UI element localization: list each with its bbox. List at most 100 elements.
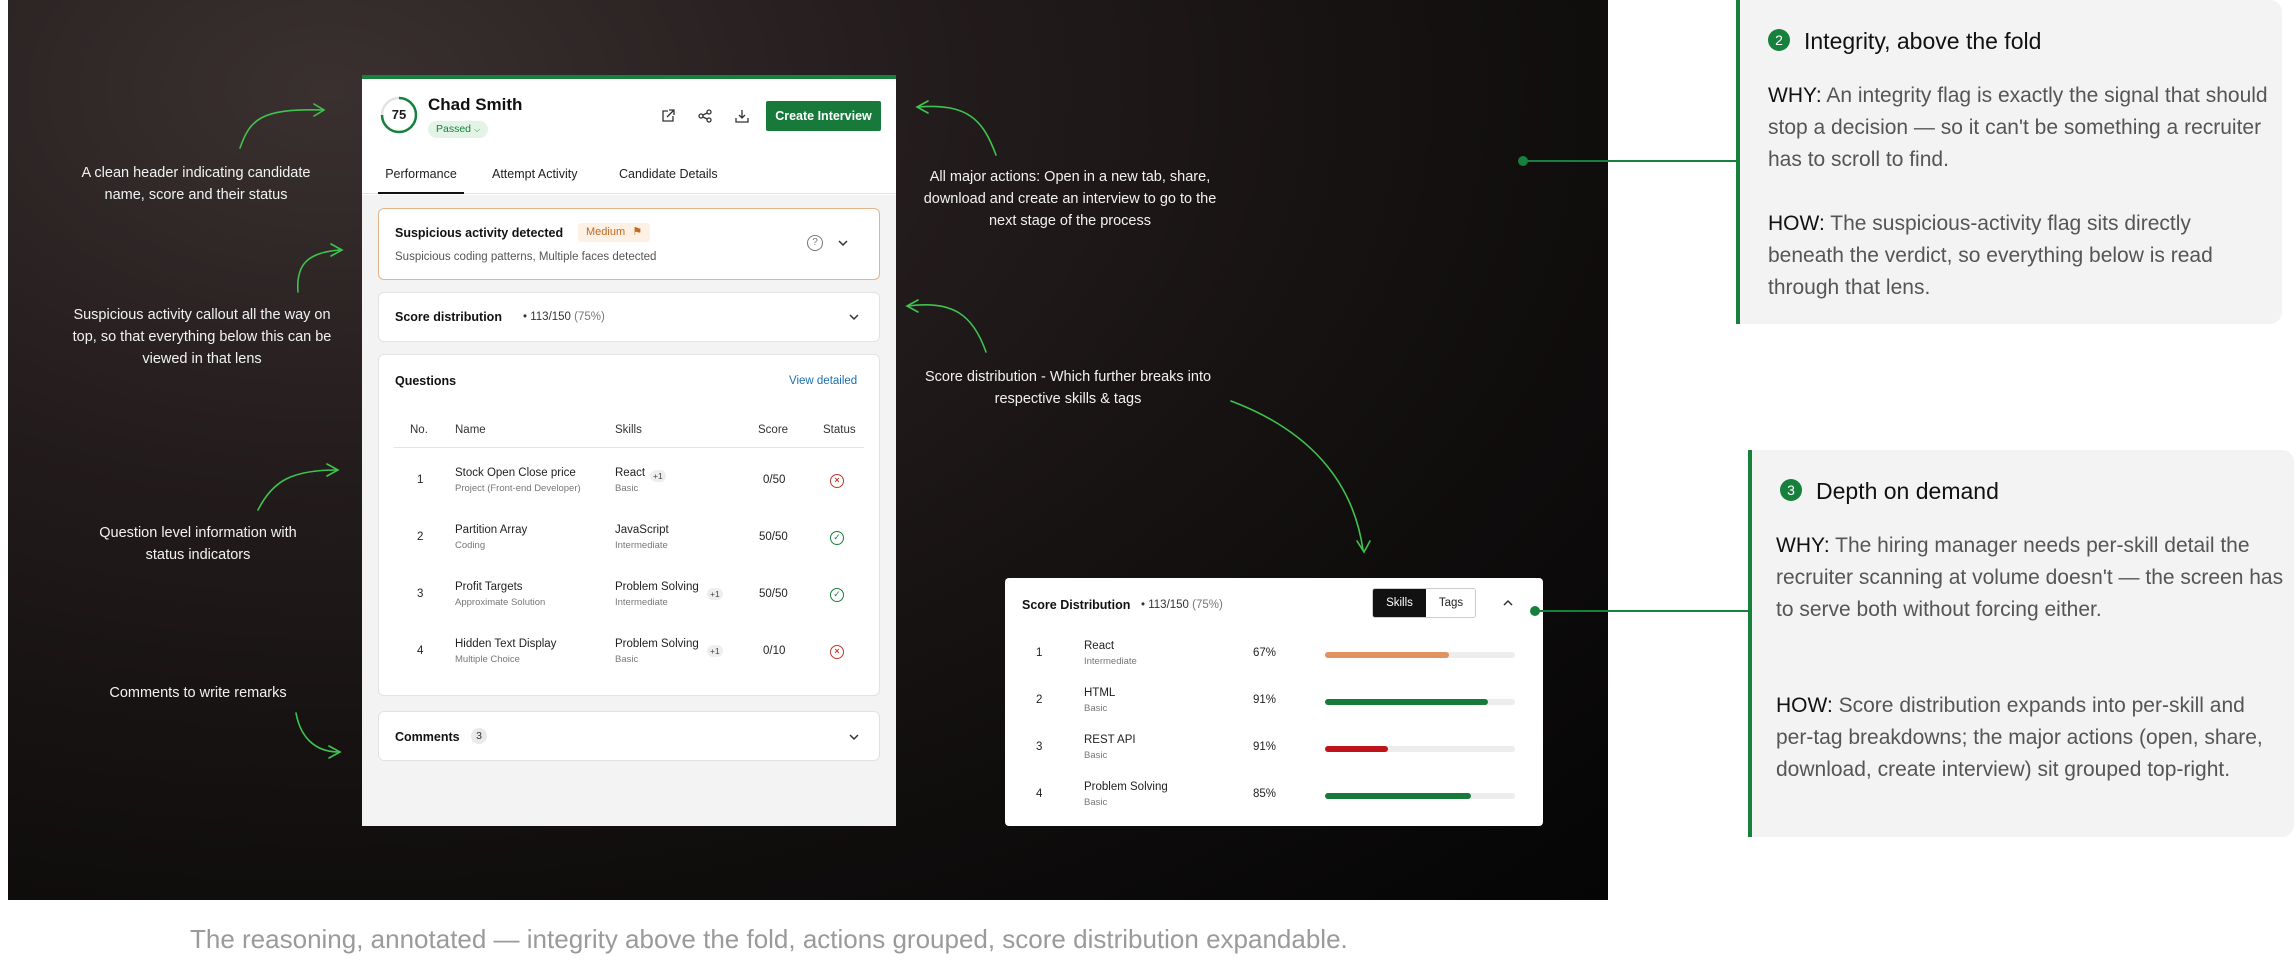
comments-panel[interactable]: Comments 3 (378, 711, 880, 761)
chevron-down-icon[interactable] (847, 310, 861, 324)
sd-bar-track (1325, 699, 1515, 705)
skill-name: React (615, 467, 646, 479)
sd-score-percent: (75%) (1192, 599, 1223, 611)
arrow-questions (257, 469, 338, 511)
how-text: The suspicious-activity flag sits direct… (1768, 212, 2213, 299)
score-value: 113/150 (530, 311, 571, 323)
view-detailed-link[interactable]: View detailed (789, 375, 857, 387)
sd-row: 4 Problem Solving Basic 85% (1005, 775, 1543, 821)
toggle-tags[interactable]: Tags (1426, 589, 1475, 617)
skill-level: Intermediate (615, 540, 668, 551)
connector-line (1524, 160, 1738, 162)
note-why: WHY: An integrity flag is exactly the si… (1768, 80, 2268, 176)
note-number: 2 (1768, 29, 1790, 51)
annotation-score-distribution: Score distribution - Which further break… (924, 369, 1212, 407)
sd-row-number: 4 (1036, 788, 1043, 800)
question-score: 0/50 (763, 474, 786, 486)
question-type: Project (Front-end Developer) (455, 483, 581, 494)
sd-bar-fill (1325, 746, 1388, 752)
help-icon[interactable]: ? (807, 235, 823, 251)
sd-level: Intermediate (1084, 656, 1137, 667)
candidate-name: Chad Smith (428, 95, 523, 114)
annotation-actions: All major actions: Open in a new tab, sh… (923, 169, 1217, 229)
table-row[interactable]: 1 Stock Open Close price Project (Front-… (378, 453, 864, 510)
how-label: HOW: (1768, 212, 1825, 235)
sd-score-value: 113/150 (1148, 599, 1189, 611)
why-text: An integrity flag is exactly the signal … (1768, 84, 2268, 171)
status-failed-icon: × (830, 474, 844, 488)
report-tabs: Performance Attempt Activity Candidate D… (362, 158, 896, 194)
chevron-down-icon: ⌵ (473, 125, 481, 134)
sd-skill: REST API (1084, 734, 1136, 746)
table-row[interactable]: 3 Profit Targets Approximate Solution Pr… (378, 567, 864, 624)
download-icon[interactable] (731, 105, 753, 127)
score-distribution-panel[interactable]: Score distribution • 113/150 (75%) (378, 292, 880, 342)
chevron-down-icon[interactable] (847, 730, 861, 744)
sd-level: Basic (1084, 797, 1108, 808)
why-text: The hiring manager needs per-skill detai… (1776, 534, 2284, 621)
th-no: No. (410, 424, 428, 436)
status-failed-icon: × (830, 645, 844, 659)
skills-tags-toggle: Skills Tags (1372, 588, 1476, 618)
note-number: 3 (1780, 479, 1802, 501)
candidate-report-card: 75 Chad Smith Passed ⌵ Create Interview … (362, 75, 896, 826)
note-depth: 3 Depth on demand WHY: The hiring manage… (1748, 450, 2294, 837)
suspicious-title: Suspicious activity detected (395, 226, 564, 240)
questions-title: Questions (395, 374, 457, 388)
note-how: HOW: Score distribution expands into per… (1776, 690, 2286, 786)
share-icon[interactable] (694, 105, 716, 127)
how-text: Score distribution expands into per-skil… (1776, 694, 2263, 781)
sd-level: Basic (1084, 750, 1108, 761)
question-score: 50/50 (759, 588, 788, 600)
sd-bar-fill (1325, 652, 1449, 658)
severity-label: Medium (586, 226, 626, 238)
note-title: Integrity, above the fold (1804, 28, 2042, 54)
chevron-up-icon[interactable] (1501, 596, 1515, 610)
status-passed-icon: ✓ (830, 531, 844, 545)
table-row[interactable]: 4 Hidden Text Display Multiple Choice Pr… (378, 624, 864, 681)
sd-title: Score Distribution (1022, 598, 1131, 612)
question-score: 0/10 (763, 645, 786, 657)
severity-badge: Medium ⚑ (578, 223, 651, 242)
sd-bar-fill (1325, 699, 1489, 705)
skill-name: Problem Solving (615, 581, 699, 593)
table-row[interactable]: 2 Partition Array Coding JavaScript Inte… (378, 510, 864, 567)
why-label: WHY: (1768, 84, 1822, 107)
annotation-suspicious: Suspicious activity callout all the way … (72, 307, 332, 367)
annotation-header: A clean header indicating candidate name… (81, 165, 311, 203)
sd-bar-track (1325, 746, 1515, 752)
row-number: 4 (417, 645, 424, 657)
extra-skills-badge: +1 (707, 645, 723, 657)
status-passed-icon: ✓ (830, 588, 844, 602)
sd-skill: React (1084, 640, 1115, 652)
create-interview-button[interactable]: Create Interview (766, 101, 881, 131)
question-type: Multiple Choice (455, 654, 520, 665)
arrow-comments (295, 712, 340, 753)
score-distribution-value: • 113/150 (75%) (523, 311, 605, 323)
skill-level: Basic (615, 483, 639, 494)
connector-line (1536, 610, 1750, 612)
flag-icon: ⚑ (632, 226, 643, 238)
suspicious-activity-callout[interactable]: Suspicious activity detected Medium ⚑ Su… (378, 208, 880, 280)
sd-row: 2 HTML Basic 91% (1005, 681, 1543, 727)
toggle-skills[interactable]: Skills (1373, 589, 1426, 617)
status-badge[interactable]: Passed ⌵ (428, 121, 489, 138)
score-percent: (75%) (574, 311, 605, 323)
external-link-icon[interactable] (657, 105, 679, 127)
status-label: Passed (436, 123, 472, 135)
tab-performance[interactable]: Performance (378, 158, 464, 194)
row-number: 2 (417, 531, 424, 543)
skill-name: Problem Solving (615, 638, 699, 650)
question-score: 50/50 (759, 531, 788, 543)
question-type: Coding (455, 540, 486, 551)
note-why: WHY: The hiring manager needs per-skill … (1776, 530, 2286, 626)
chevron-down-icon[interactable] (836, 236, 850, 250)
page-caption: The reasoning, annotated — integrity abo… (190, 924, 1348, 954)
tab-candidate-details[interactable]: Candidate Details (619, 158, 718, 194)
tab-attempt-activity[interactable]: Attempt Activity (492, 158, 577, 194)
arrow-actions (917, 105, 997, 156)
question-name: Partition Array (455, 524, 528, 536)
extra-skills-badge: +1 (650, 470, 666, 482)
score-ring: 75 (379, 95, 419, 135)
arrow-sd-card (1230, 400, 1364, 551)
